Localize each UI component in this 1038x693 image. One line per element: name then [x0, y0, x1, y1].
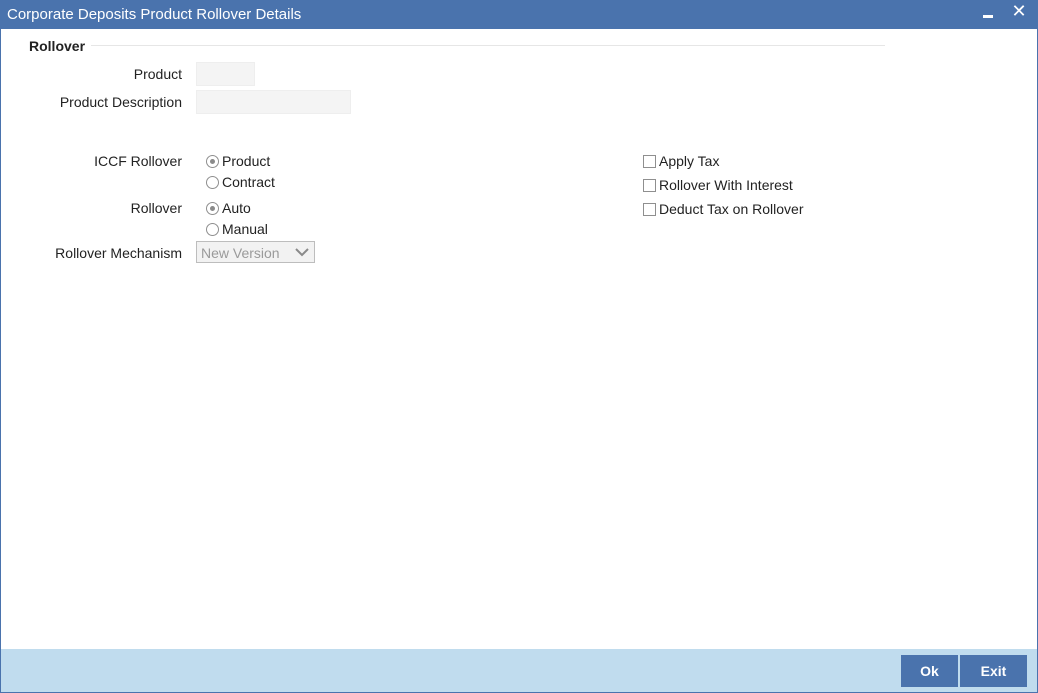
chevron-down-icon	[295, 248, 309, 257]
footer-bar	[1, 649, 1037, 692]
deduct-tax-on-rollover-checkbox[interactable]: Deduct Tax on Rollover	[643, 201, 803, 217]
radio-label: Contract	[222, 174, 275, 190]
apply-tax-checkbox[interactable]: Apply Tax	[643, 153, 719, 169]
rollover-label: Rollover	[130, 200, 182, 216]
window-title: Corporate Deposits Product Rollover Deta…	[7, 6, 302, 23]
radio-button-checked[interactable]	[206, 201, 219, 215]
product-label: Product	[133, 66, 182, 82]
radio-button[interactable]	[206, 222, 219, 236]
checkbox-label: Rollover With Interest	[659, 177, 793, 193]
product-field[interactable]	[196, 62, 255, 86]
iccf-rollover-product-radio[interactable]: Product	[206, 153, 270, 169]
rollover-with-interest-checkbox[interactable]: Rollover With Interest	[643, 177, 793, 193]
title-bar: Corporate Deposits Product Rollover Deta…	[1, 1, 1037, 29]
section-divider	[91, 45, 885, 46]
select-value: New Version	[201, 245, 280, 261]
rollover-auto-radio[interactable]: Auto	[206, 200, 251, 216]
rollover-details-window: Corporate Deposits Product Rollover Deta…	[0, 0, 1038, 693]
radio-label: Product	[222, 153, 271, 169]
checkbox-label: Deduct Tax on Rollover	[659, 201, 804, 217]
ok-button[interactable]: Ok	[901, 655, 958, 687]
rollover-mechanism-select[interactable]: New Version	[196, 241, 315, 263]
product-description-label: Product Description	[59, 94, 182, 110]
rollover-manual-radio[interactable]: Manual	[206, 221, 268, 237]
radio-button[interactable]	[206, 175, 219, 189]
product-description-field[interactable]	[196, 90, 351, 114]
checkbox-box[interactable]	[643, 178, 656, 192]
checkbox-label: Apply Tax	[659, 153, 720, 169]
rollover-mechanism-label: Rollover Mechanism	[55, 245, 182, 261]
iccf-rollover-label: ICCF Rollover	[94, 153, 182, 169]
radio-label: Manual	[222, 221, 268, 237]
close-icon[interactable]: ✕	[1009, 1, 1029, 23]
exit-button[interactable]: Exit	[960, 655, 1027, 687]
iccf-rollover-contract-radio[interactable]: Contract	[206, 174, 275, 190]
checkbox-box[interactable]	[643, 202, 656, 216]
checkbox-box[interactable]	[643, 154, 656, 168]
radio-button-checked[interactable]	[206, 154, 219, 168]
radio-label: Auto	[222, 200, 251, 216]
section-title: Rollover	[29, 38, 86, 54]
minimize-icon[interactable]	[980, 5, 996, 23]
